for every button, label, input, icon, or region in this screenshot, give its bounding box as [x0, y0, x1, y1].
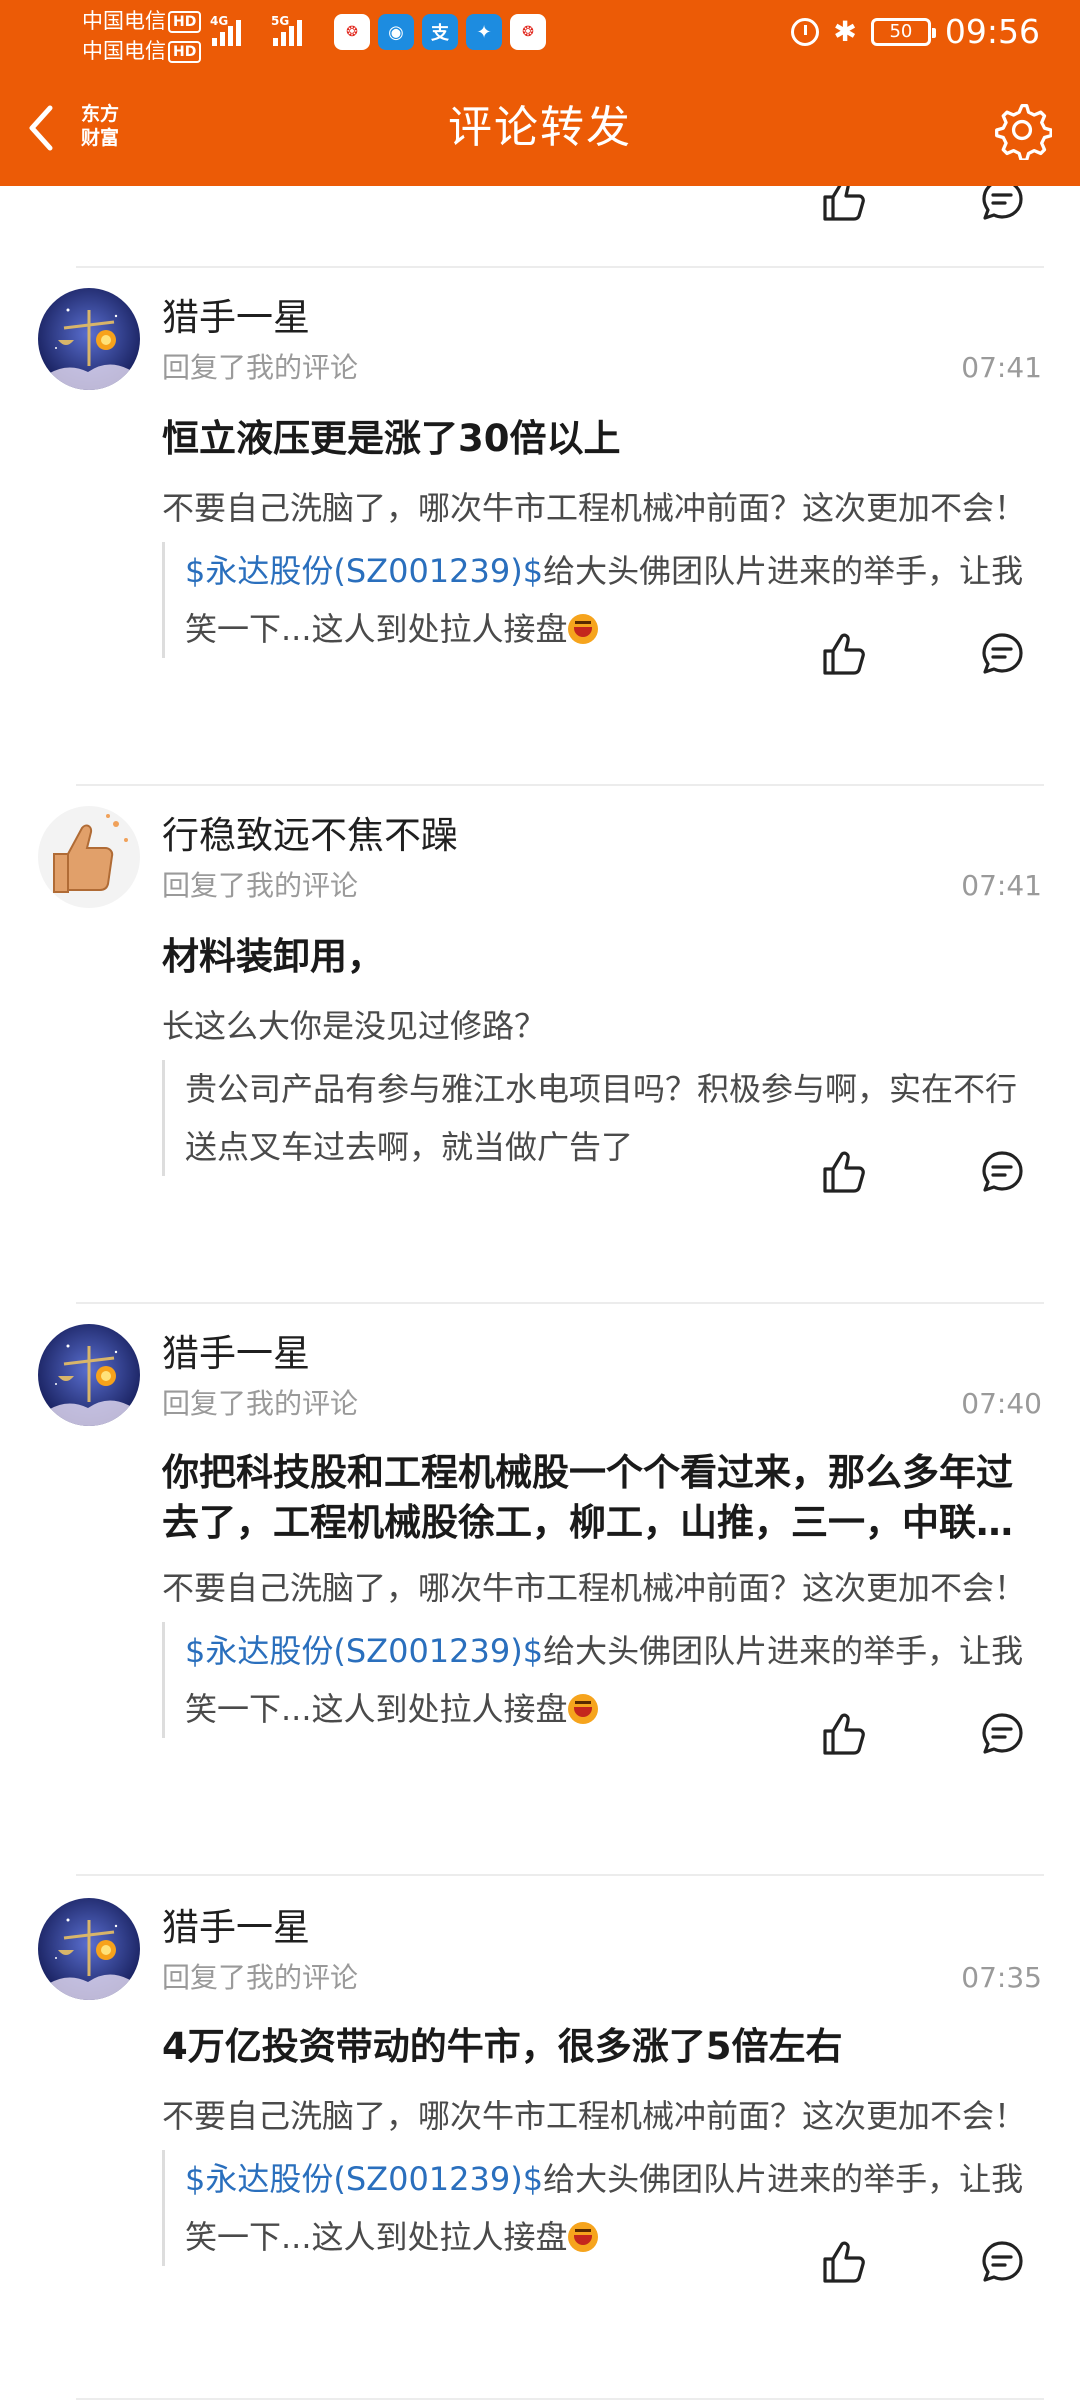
app-header: 东方 财富 评论转发 [0, 70, 1080, 186]
reply-action-label: 回复了我的评论 [162, 1961, 359, 1994]
carrier-1: 中国电信 [82, 9, 166, 33]
status-right: ✱ 50 09:56 [791, 12, 1040, 51]
app-notification-icon: ◉ [378, 14, 414, 50]
quoted-post[interactable]: $永达股份(SZ001239)$给大头佛团队片进来的举手，让我笑一下...这人到… [162, 542, 1042, 658]
reply-text[interactable]: 材料装卸用， [162, 932, 1042, 982]
quoted-post[interactable]: 贵公司产品有参与雅江水电项目吗？积极参与啊，实在不行送点叉车过去啊，就当做广告了 [162, 1060, 1042, 1176]
hd-badge: HD [168, 11, 202, 33]
username[interactable]: 猎手一星 [162, 294, 310, 342]
comment-item[interactable]: 猎手一星 回复了我的评论 07:35 4万亿投资带动的牛市，很多涨了5倍左右 不… [0, 1898, 1080, 2328]
quoted-post[interactable]: $永达股份(SZ001239)$给大头佛团队片进来的举手，让我笑一下...这人到… [162, 2150, 1042, 2266]
gear-icon [995, 103, 1052, 160]
timestamp: 07:35 [961, 1961, 1042, 1994]
avatar[interactable] [38, 1324, 140, 1426]
app-notification-icon: ❂ [510, 14, 546, 50]
thumbs-up-icon [823, 2241, 865, 2283]
comment-bubble-icon [982, 2241, 1023, 2282]
carrier-info: 中国电信 HD 中国电信 HD [82, 6, 202, 66]
comment-item[interactable]: 行稳致远不焦不躁 回复了我的评论 07:41 材料装卸用， 长这么大你是没见过修… [0, 806, 1080, 1221]
stock-link[interactable]: $永达股份(SZ001239)$ [185, 2160, 543, 2198]
avatar-scales-image [38, 288, 140, 390]
reply-text[interactable]: 恒立液压更是涨了30倍以上 [162, 414, 1042, 464]
avatar-scales-image [38, 1324, 140, 1426]
comment-feed[interactable]: 猎手一星 回复了我的评论 07:41 恒立液压更是涨了30倍以上 不要自己洗脑了… [0, 186, 1080, 2400]
laughing-emoji-icon [567, 1694, 598, 1724]
my-comment-text[interactable]: 不要自己洗脑了，哪次牛市工程机械冲前面？这次更加不会！ [162, 2094, 1042, 2138]
like-button[interactable] [814, 2232, 874, 2292]
comment-bubble-icon [982, 633, 1023, 674]
comment-button[interactable] [972, 186, 1032, 230]
stock-link[interactable]: $永达股份(SZ001239)$ [185, 1632, 543, 1670]
status-bar: 中国电信 HD 中国电信 HD 4G 5G ❂ ◉ 支 ✦ ❂ ✱ 50 09:56 [0, 0, 1080, 70]
settings-button[interactable] [990, 98, 1054, 162]
app-notification-icon: ✦ [466, 14, 502, 50]
avatar-thumbs-up-image [38, 806, 140, 908]
thumbs-up-icon [823, 1713, 865, 1755]
alipay-icon: 支 [422, 14, 458, 50]
quoted-post[interactable]: $永达股份(SZ001239)$给大头佛团队片进来的举手，让我笑一下...这人到… [162, 1622, 1042, 1738]
notification-icons: ❂ ◉ 支 ✦ ❂ [334, 14, 546, 50]
page-title: 评论转发 [448, 102, 632, 153]
comment-button[interactable] [972, 1142, 1032, 1202]
reply-action-label: 回复了我的评论 [162, 1387, 359, 1420]
comment-button[interactable] [972, 2232, 1032, 2292]
comment-bubble-icon [982, 186, 1023, 220]
thumbs-up-icon [823, 633, 865, 675]
like-button[interactable] [814, 1704, 874, 1764]
quoted-post-text: 贵公司产品有参与雅江水电项目吗？积极参与啊，实在不行送点叉车过去啊，就当做广告了 [185, 1070, 1018, 1166]
comment-button[interactable] [972, 624, 1032, 684]
timestamp: 07:41 [961, 869, 1042, 902]
reply-text[interactable]: 4万亿投资带动的牛市，很多涨了5倍左右 [162, 2022, 1042, 2072]
signal-icons: 4G 5G [210, 14, 302, 46]
timestamp: 07:40 [961, 1387, 1042, 1420]
comment-bubble-icon [982, 1713, 1023, 1754]
carrier-2: 中国电信 [82, 39, 166, 63]
username[interactable]: 猎手一星 [162, 1904, 310, 1952]
top-bar: 中国电信 HD 中国电信 HD 4G 5G ❂ ◉ 支 ✦ ❂ ✱ 50 09:56 [0, 0, 1080, 186]
avatar[interactable] [38, 1898, 140, 2000]
thumbs-up-icon [823, 1151, 865, 1193]
timestamp: 07:41 [961, 351, 1042, 384]
my-comment-text[interactable]: 长这么大你是没见过修路？ [162, 1004, 1042, 1048]
battery-icon: 50 [870, 17, 936, 46]
app-notification-icon: ❂ [334, 14, 370, 50]
alarm-icon [791, 17, 820, 46]
my-comment-text[interactable]: 不要自己洗脑了，哪次牛市工程机械冲前面？这次更加不会！ [162, 1566, 1042, 1610]
previous-item-actions [0, 186, 1080, 256]
comment-item[interactable]: 猎手一星 回复了我的评论 07:40 你把科技股和工程机械股一个个看过来，那么多… [0, 1324, 1080, 1804]
avatar[interactable] [38, 806, 140, 908]
like-button[interactable] [814, 624, 874, 684]
reply-action-label: 回复了我的评论 [162, 869, 359, 902]
like-button[interactable] [814, 186, 874, 230]
username[interactable]: 行稳致远不焦不躁 [162, 812, 458, 860]
divider [76, 784, 1044, 786]
bluetooth-icon: ✱ [833, 15, 857, 48]
laughing-emoji-icon [567, 2222, 598, 2252]
divider [76, 1302, 1044, 1304]
comment-item[interactable]: 猎手一星 回复了我的评论 07:41 恒立液压更是涨了30倍以上 不要自己洗脑了… [0, 288, 1080, 703]
clock: 09:56 [944, 12, 1040, 51]
username[interactable]: 猎手一星 [162, 1330, 310, 1378]
signal-icon: 4G [210, 14, 241, 46]
comment-bubble-icon [982, 1151, 1023, 1192]
reply-text[interactable]: 你把科技股和工程机械股一个个看过来，那么多年过去了，工程机械股徐工，柳工，山推，… [162, 1448, 1042, 1548]
comment-button[interactable] [972, 1704, 1032, 1764]
reply-action-label: 回复了我的评论 [162, 351, 359, 384]
avatar-scales-image [38, 1898, 140, 2000]
divider [76, 1874, 1044, 1876]
stock-link[interactable]: $永达股份(SZ001239)$ [185, 552, 543, 590]
laughing-emoji-icon [567, 614, 598, 644]
thumbs-up-icon [823, 186, 865, 221]
divider [76, 266, 1044, 268]
my-comment-text[interactable]: 不要自己洗脑了，哪次牛市工程机械冲前面？这次更加不会！ [162, 486, 1042, 530]
hd-badge: HD [168, 41, 202, 63]
avatar[interactable] [38, 288, 140, 390]
like-button[interactable] [814, 1142, 874, 1202]
signal-icon: 5G [271, 14, 302, 46]
